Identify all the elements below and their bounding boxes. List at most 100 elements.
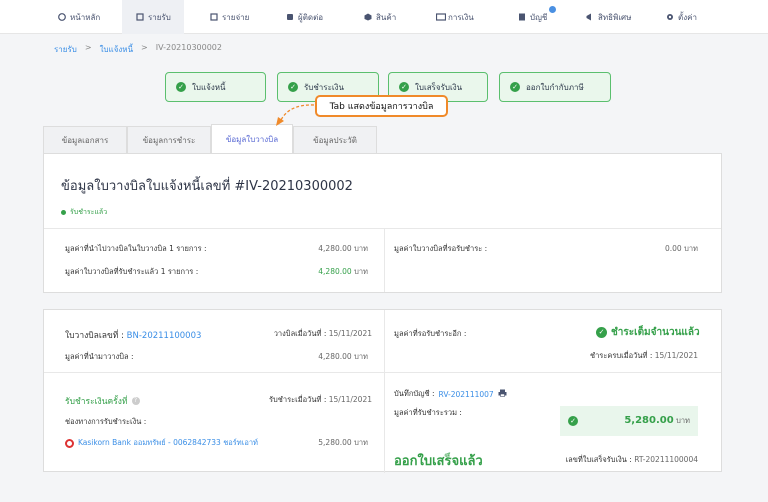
receipt-issued-label: ออกใบเสร็จแล้ว <box>394 454 483 469</box>
nav-settings[interactable]: ตั้งค่า <box>666 0 697 34</box>
gear-icon <box>666 13 674 21</box>
receive-payment-label: รับชำระเงินครั้งที่ <box>65 397 128 407</box>
status-badge-label: รับชำระแล้ว <box>70 208 108 216</box>
billed-value: 4,280.00 บาท <box>318 244 368 253</box>
step-receive-payment-label: รับชำระเงิน <box>304 82 344 92</box>
channel-label: ช่องทางการรับชำระเงิน : <box>65 417 147 426</box>
printer-icon[interactable] <box>498 389 507 399</box>
bill-date: วางบิลเมื่อวันที่ : 15/11/2021 <box>273 329 372 338</box>
check-circle-icon: ✓ <box>568 416 578 426</box>
contacts-icon <box>286 13 294 21</box>
top-nav: หน้าหลัก รายรับ รายจ่าย ผู้ติดต่อ สินค้า… <box>0 0 768 34</box>
status-badge: รับชำระแล้ว <box>61 207 107 218</box>
nav-contacts-label: ผู้ติดต่อ <box>298 12 324 22</box>
help-icon[interactable]: ? <box>131 397 140 405</box>
breadcrumb-invoice[interactable]: ใบแจ้งหนี้ <box>100 43 133 56</box>
nav-home[interactable]: หน้าหลัก <box>58 0 100 34</box>
finance-icon <box>435 13 447 21</box>
bill-no-link[interactable]: BN-20211100003 <box>127 331 202 341</box>
tab-history-label: ข้อมูลประวัติ <box>313 136 357 145</box>
receipt-no: เลขที่ใบเสร็จรับเงิน : RT-20211100004 <box>565 455 698 464</box>
step-invoice: ✓ ใบแจ้งหนี้ <box>165 72 266 102</box>
receive-payment-header: รับชำระเงินครั้งที่ ? <box>65 394 140 408</box>
nav-privilege-label: สิทธิพิเศษ <box>598 12 632 22</box>
step-tax-invoice-label: ออกใบกำกับภาษี <box>526 82 584 92</box>
journal-label: บันทึกบัญชี : <box>394 389 435 398</box>
expense-icon <box>210 13 218 21</box>
step-receipt-label: ใบเสร็จรับเงิน <box>415 82 463 92</box>
full-paid-date: ชำระครบเมื่อวันที่ : 15/11/2021 <box>590 351 698 360</box>
bill-amount-value: 4,280.00 บาท <box>318 352 368 361</box>
billing-note-detail-card: ใบวางบิลเลขที่ : BN-20211100003 วางบิลเม… <box>43 309 722 473</box>
step-invoice-label: ใบแจ้งหนี้ <box>192 82 226 92</box>
nav-contacts[interactable]: ผู้ติดต่อ <box>286 0 323 34</box>
dashboard-icon <box>58 13 66 21</box>
divider <box>384 228 385 292</box>
channel-row: Kasikorn Bank ออมทรัพย์ - 0062842733 ชอร… <box>65 437 258 449</box>
paid-value: 4,280.00 บาท <box>318 267 368 276</box>
check-circle-icon: ✓ <box>288 82 298 92</box>
divider <box>384 310 385 473</box>
journal-link[interactable]: RV-202111007 <box>439 390 494 399</box>
tab-payment[interactable]: ข้อมูลการชำระ <box>127 126 211 154</box>
nav-finance[interactable]: การเงิน <box>435 0 474 34</box>
nav-expense-label: รายจ่าย <box>222 12 250 22</box>
pending-value: 0.00 บาท <box>664 244 698 253</box>
nav-product[interactable]: สินค้า <box>364 0 396 34</box>
bank-logo-icon <box>65 438 74 448</box>
tab-document-label: ข้อมูลเอกสาร <box>61 136 109 145</box>
check-circle-icon: ✓ <box>176 82 186 92</box>
page-title: ข้อมูลใบวางบิลใบแจ้งหนี้เลขที่ #IV-20210… <box>61 179 353 194</box>
full-paid-label: ชำระเต็มจำนวนแล้ว <box>611 327 700 338</box>
total-received-box: ✓ 5,280.00 บาท <box>560 406 698 436</box>
nav-settings-label: ตั้งค่า <box>678 12 697 22</box>
total-received-value: 5,280.00 บาท <box>624 415 690 426</box>
total-received-label: มูลค่าที่รับชำระรวม : <box>394 408 462 417</box>
channel-value[interactable]: Kasikorn Bank ออมทรัพย์ - 0062842733 ชอร… <box>78 437 258 449</box>
awaiting-label: มูลค่าที่รอรับชำระอีก : <box>394 329 467 338</box>
step-tax-invoice: ✓ ออกใบกำกับภาษี <box>499 72 611 102</box>
check-circle-icon: ✓ <box>596 327 607 338</box>
full-paid-status: ✓ ชำระเต็มจำนวนแล้ว <box>596 325 700 340</box>
accounting-icon <box>518 13 526 21</box>
breadcrumb-current: IV-20210300002 <box>155 43 222 52</box>
callout-text: Tab แสดงข้อมูลการวางบิล <box>329 102 434 112</box>
breadcrumb-income[interactable]: รายรับ <box>54 43 77 56</box>
paid-label: มูลค่าใบวางบิลที่รับชำระแล้ว 1 รายการ : <box>65 267 199 276</box>
channel-amount: 5,280.00 บาท <box>318 438 368 447</box>
nav-accounting[interactable]: บัญชี <box>518 0 547 34</box>
tab-payment-label: ข้อมูลการชำระ <box>142 136 196 145</box>
tab-billing-note-label: ข้อมูลใบวางบิล <box>225 134 279 144</box>
tab-history[interactable]: ข้อมูลประวัติ <box>293 126 377 154</box>
nav-product-label: สินค้า <box>376 12 397 22</box>
nav-home-label: หน้าหลัก <box>70 12 101 22</box>
journal-row: บันทึกบัญชี : RV-202111007 <box>394 388 507 400</box>
receive-date: รับชำระเมื่อวันที่ : 15/11/2021 <box>269 395 372 404</box>
billing-summary-card: ข้อมูลใบวางบิลใบแจ้งหนี้เลขที่ #IV-20210… <box>43 153 722 293</box>
bill-amount-label: มูลค่าที่นำมาวางบิล : <box>65 352 134 361</box>
income-icon <box>136 13 144 21</box>
divider <box>44 372 721 373</box>
pending-label: มูลค่าใบวางบิลที่รอรับชำระ : <box>394 244 488 253</box>
breadcrumb: รายรับ > ใบแจ้งหนี้ > IV-20210300002 <box>54 43 222 56</box>
divider <box>44 228 721 229</box>
nav-expense[interactable]: รายจ่าย <box>210 0 249 34</box>
notification-badge <box>549 6 556 13</box>
billed-label: มูลค่าที่นำไปวางบิลในใบวางบิล 1 รายการ : <box>65 244 207 253</box>
nav-income-label: รายรับ <box>148 12 171 22</box>
check-circle-icon: ✓ <box>510 82 520 92</box>
check-circle-icon: ✓ <box>399 82 409 92</box>
callout-annotation: Tab แสดงข้อมูลการวางบิล <box>315 95 448 117</box>
tab-document[interactable]: ข้อมูลเอกสาร <box>43 126 127 154</box>
nav-finance-label: การเงิน <box>448 12 474 22</box>
breadcrumb-sep: > <box>84 43 92 52</box>
bill-no: ใบวางบิลเลขที่ : BN-20211100003 <box>65 331 202 341</box>
callout-arrow <box>276 104 315 126</box>
product-icon <box>364 13 372 21</box>
breadcrumb-sep: > <box>141 43 148 52</box>
nav-income[interactable]: รายรับ <box>122 0 184 34</box>
nav-accounting-label: บัญชี <box>530 12 548 22</box>
megaphone-icon <box>586 13 594 21</box>
status-dot-icon <box>61 210 66 215</box>
nav-privilege[interactable]: สิทธิพิเศษ <box>586 0 631 34</box>
